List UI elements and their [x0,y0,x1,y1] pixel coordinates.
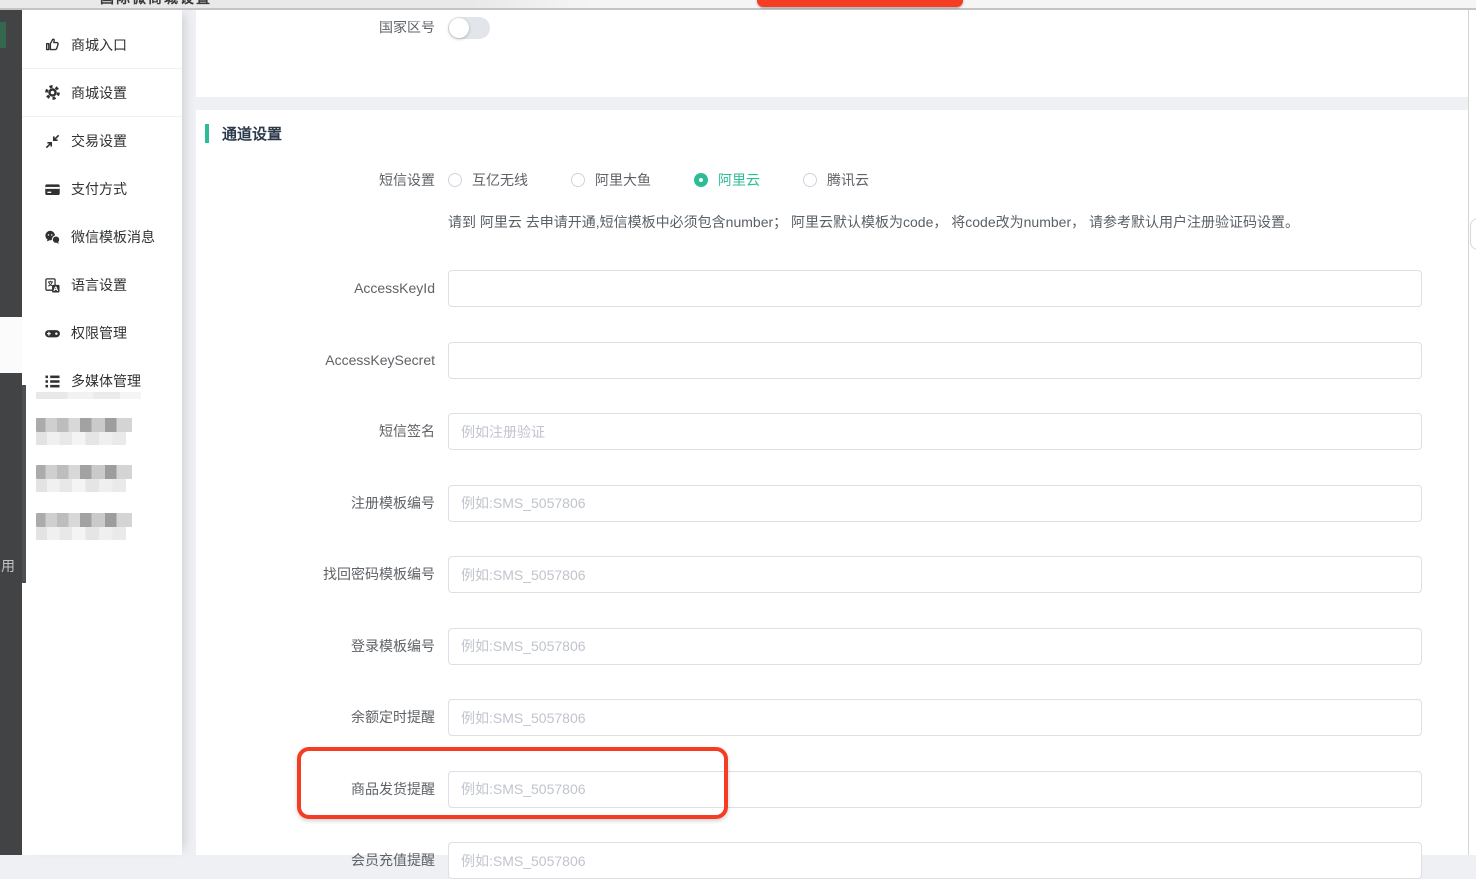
field-input-1[interactable] [448,270,1422,307]
section-accent-bar [205,124,209,143]
sidebar-item-label: 商城入口 [71,35,127,55]
field-input-9[interactable] [448,842,1422,879]
sms-provider-radio-2[interactable]: 阿里大鱼 [571,170,681,190]
sidebar: 商城入口商城设置交易设置支付方式微信模板消息 A 语言设置权限管理多媒体管理 [22,8,182,855]
sidebar-item-5[interactable]: 微信模板消息 [22,213,182,261]
clipped-browser-strip: 国际微商城设置 [0,0,1476,10]
sms-provider-radio-3[interactable]: 阿里云 [694,170,790,190]
list-icon [44,373,61,390]
left-collapsed-rail: 用 [0,8,22,855]
radio-label: 阿里大鱼 [595,170,651,190]
sidebar-item-label: 支付方式 [71,179,127,199]
radio-unselected-icon[interactable] [448,173,462,187]
form-row: 会员充值提醒 [196,842,1426,879]
field-label: AccessKeySecret [196,342,435,379]
radio-unselected-icon[interactable] [571,173,585,187]
trade-arrows-icon [44,133,61,150]
sidebar-edge-shadow [22,385,26,583]
sms-help-text: 请到 阿里云 去申请开通,短信模板中必须包含number； 阿里云默认模板为co… [448,212,1299,232]
country-code-toggle[interactable] [448,17,490,39]
field-input-8[interactable] [448,771,1422,808]
sidebar-item-1[interactable]: 商城入口 [22,21,182,69]
sms-setting-label: 短信设置 [196,170,435,190]
radio-label: 阿里云 [718,170,760,190]
field-input-5[interactable] [448,556,1422,593]
sidebar-menu: 商城入口商城设置交易设置支付方式微信模板消息 A 语言设置权限管理多媒体管理 [22,21,182,405]
form-row: 登录模板编号 [196,628,1426,665]
translate-icon: A [44,277,61,294]
annotation-top-marker [757,0,963,7]
toggle-knob [449,18,469,38]
sidebar-item-redacted [36,527,126,540]
country-code-card: 国家区号 [196,8,1468,97]
svg-text:A: A [53,285,58,292]
sidebar-item-label: 微信模板消息 [71,227,155,247]
radio-selected-icon[interactable] [694,173,708,187]
country-code-label: 国家区号 [196,21,435,37]
rail-green-block [0,22,6,48]
form-row: AccessKeySecret [196,342,1426,379]
channel-settings-card: 通道设置 短信设置 互亿无线 阿里大鱼 阿里云 腾讯云 请到 阿里云 去申请开通,短信… [196,110,1468,855]
gamepad-icon [44,325,61,342]
sidebar-item-redacted [36,432,126,445]
form-row: 商品发货提醒 [196,771,1426,808]
rail-clipped-text: 用 [1,556,15,576]
sidebar-item-label: 交易设置 [71,131,127,151]
credit-card-icon [44,181,61,198]
field-label: 短信签名 [196,413,435,450]
scrollbar-track[interactable] [1468,8,1476,855]
sidebar-item-3[interactable]: 交易设置 [22,117,182,165]
sidebar-item-redacted[interactable] [36,465,132,479]
sidebar-item-label: 语言设置 [71,275,127,295]
rail-white-block [0,317,22,373]
sidebar-item-label: 权限管理 [71,323,127,343]
field-input-4[interactable] [448,485,1422,522]
field-input-3[interactable] [448,413,1422,450]
sidebar-item-redacted[interactable] [36,418,132,432]
sms-provider-row: 短信设置 互亿无线 阿里大鱼 阿里云 腾讯云 [196,170,1296,190]
sms-provider-radio-4[interactable]: 腾讯云 [803,170,899,190]
sidebar-item-2[interactable]: 商城设置 [22,69,182,117]
sms-provider-radio-1[interactable]: 互亿无线 [448,170,558,190]
field-label: 找回密码模板编号 [196,556,435,593]
sidebar-item-6[interactable]: A 语言设置 [22,261,182,309]
sidebar-item-label: 多媒体管理 [71,371,141,391]
field-input-2[interactable] [448,342,1422,379]
wechat-icon [44,229,61,246]
sidebar-item-7[interactable]: 权限管理 [22,309,182,357]
field-label: 注册模板编号 [196,485,435,522]
form-row: 注册模板编号 [196,485,1426,522]
field-label: 余额定时提醒 [196,699,435,736]
section-header: 通道设置 [205,123,282,144]
clipped-page-title: 国际微商城设置 [100,0,212,8]
field-input-7[interactable] [448,699,1422,736]
sidebar-item-redacted [36,392,141,399]
radio-unselected-icon[interactable] [803,173,817,187]
sms-provider-options: 互亿无线 阿里大鱼 阿里云 腾讯云 [435,170,899,190]
field-label: 商品发货提醒 [196,771,435,808]
radio-label: 腾讯云 [827,170,869,190]
form-row: 找回密码模板编号 [196,556,1426,593]
field-label: AccessKeyId [196,270,435,307]
form-row: 短信签名 [196,413,1426,450]
right-edge-widget[interactable] [1470,218,1476,250]
sidebar-item-redacted[interactable] [36,513,132,527]
field-label: 登录模板编号 [196,628,435,665]
sidebar-item-label: 商城设置 [71,83,127,103]
field-input-6[interactable] [448,628,1422,665]
section-title: 通道设置 [222,123,282,144]
form-row: AccessKeyId [196,270,1426,307]
sidebar-item-redacted [36,479,126,492]
field-label: 会员充值提醒 [196,842,435,879]
gear-icon [44,84,61,101]
hand-click-icon [44,36,61,53]
sidebar-item-4[interactable]: 支付方式 [22,165,182,213]
form-row: 余额定时提醒 [196,699,1426,736]
radio-label: 互亿无线 [472,170,528,190]
